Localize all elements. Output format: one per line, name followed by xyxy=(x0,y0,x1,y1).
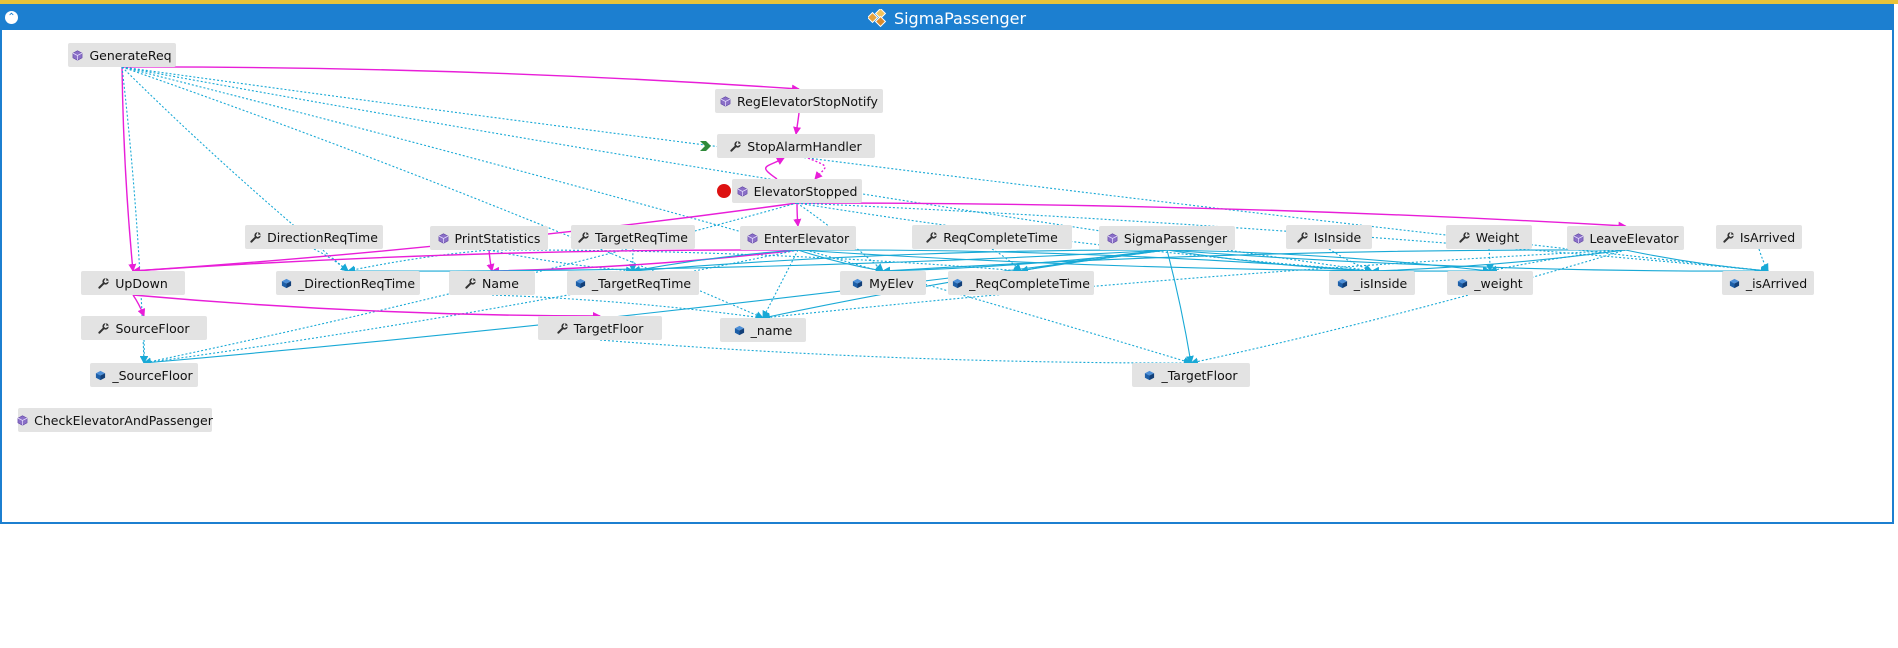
node-field-direction-req-time[interactable]: _DirectionReqTime xyxy=(276,271,420,295)
node-label: LeaveElevator xyxy=(1589,230,1679,246)
node-is-arrived[interactable]: IsArrived xyxy=(1716,225,1802,249)
title-wrap: SigmaPassenger xyxy=(2,6,1892,30)
field-icon xyxy=(575,278,586,289)
node-label: SourceFloor xyxy=(115,320,190,336)
node-field-req-complete-time[interactable]: _ReqCompleteTime xyxy=(948,271,1094,295)
node-label: _DirectionReqTime xyxy=(297,275,416,291)
node-sigma-passenger[interactable]: SigmaPassenger xyxy=(1099,226,1235,250)
node-label: _TargetReqTime xyxy=(591,275,692,291)
method-icon xyxy=(737,185,748,197)
diagram-window: ⌃ SigmaPassenger GenerateReq RegElevatorS… xyxy=(0,4,1894,524)
node-label: DirectionReqTime xyxy=(267,229,378,245)
node-leave-elevator[interactable]: LeaveElevator xyxy=(1567,226,1684,250)
node-label: _ReqCompleteTime xyxy=(969,275,1090,291)
method-icon xyxy=(72,49,83,61)
node-check-elevator-and-passenger[interactable]: CheckElevatorAndPassenger xyxy=(17,408,213,432)
field-icon xyxy=(734,325,745,336)
node-elevator-stopped[interactable]: ElevatorStopped xyxy=(732,179,862,203)
node-print-statistics[interactable]: PrintStatistics xyxy=(430,226,548,250)
field-icon xyxy=(95,370,106,381)
node-label: IsArrived xyxy=(1739,229,1796,245)
node-label: RegElevatorStopNotify xyxy=(737,93,878,109)
node-label: UpDown xyxy=(115,275,168,291)
node-label: EnterElevator xyxy=(763,230,850,246)
property-icon xyxy=(556,322,568,334)
window-title: SigmaPassenger xyxy=(893,8,1027,28)
node-field-is-inside[interactable]: _isInside xyxy=(1329,271,1415,295)
node-label: _name xyxy=(750,322,793,338)
node-label: ReqCompleteTime xyxy=(943,229,1058,245)
property-icon xyxy=(250,231,261,243)
node-label: _TargetFloor xyxy=(1161,367,1238,383)
node-label: Name xyxy=(482,275,519,291)
field-icon xyxy=(1337,278,1348,289)
node-field-target-req-time[interactable]: _TargetReqTime xyxy=(567,271,699,295)
node-field-is-arrived[interactable]: _isArrived xyxy=(1722,271,1814,295)
node-label: _SourceFloor xyxy=(112,367,193,383)
node-label: MyElev xyxy=(869,275,914,291)
node-label: ElevatorStopped xyxy=(753,183,858,199)
node-label: CheckElevatorAndPassenger xyxy=(34,412,213,428)
node-stop-alarm-handler[interactable]: StopAlarmHandler xyxy=(717,134,875,158)
property-icon xyxy=(98,277,110,289)
node-field-name[interactable]: _name xyxy=(720,318,806,342)
node-target-floor[interactable]: TargetFloor xyxy=(538,316,662,340)
node-my-elev[interactable]: MyElev xyxy=(840,271,926,295)
node-label: Weight xyxy=(1475,229,1520,245)
node-label: TargetReqTime xyxy=(594,229,688,245)
property-icon xyxy=(578,231,589,243)
node-is-inside[interactable]: IsInside xyxy=(1286,225,1372,249)
field-icon xyxy=(852,278,863,289)
property-icon xyxy=(465,277,476,289)
node-up-down[interactable]: UpDown xyxy=(81,271,185,295)
node-field-target-floor[interactable]: _TargetFloor xyxy=(1132,363,1250,387)
node-weight[interactable]: Weight xyxy=(1446,225,1532,249)
nodes-layer: GenerateReq RegElevatorStopNotify StopAlar… xyxy=(2,30,1892,524)
field-icon xyxy=(1457,278,1468,289)
property-icon xyxy=(730,140,742,152)
node-field-weight[interactable]: _weight xyxy=(1447,271,1533,295)
node-direction-req-time[interactable]: DirectionReqTime xyxy=(245,225,383,249)
property-icon xyxy=(1297,231,1308,243)
node-source-floor[interactable]: SourceFloor xyxy=(81,316,207,340)
method-icon xyxy=(1107,232,1118,244)
method-icon xyxy=(1573,232,1584,244)
node-label: PrintStatistics xyxy=(454,230,541,246)
field-icon xyxy=(281,278,292,289)
node-reg-elevator-stop-notify[interactable]: RegElevatorStopNotify xyxy=(715,89,883,113)
node-label: StopAlarmHandler xyxy=(747,138,862,154)
node-target-req-time[interactable]: TargetReqTime xyxy=(571,225,695,249)
node-label: GenerateReq xyxy=(89,47,172,63)
title-bar: ⌃ SigmaPassenger xyxy=(2,6,1892,30)
node-enter-elevator[interactable]: EnterElevator xyxy=(740,226,856,250)
field-icon xyxy=(1144,370,1155,381)
node-generate-req[interactable]: GenerateReq xyxy=(68,43,176,67)
property-icon xyxy=(1459,231,1470,243)
node-label: TargetFloor xyxy=(573,320,644,336)
node-name[interactable]: Name xyxy=(449,271,535,295)
node-label: IsInside xyxy=(1313,229,1362,245)
property-icon xyxy=(98,322,110,334)
property-icon xyxy=(1723,231,1734,243)
node-field-source-floor[interactable]: _SourceFloor xyxy=(90,363,198,387)
node-label: SigmaPassenger xyxy=(1123,230,1228,246)
method-icon xyxy=(438,232,449,244)
node-label: _isInside xyxy=(1353,275,1408,291)
method-icon xyxy=(17,414,28,426)
property-icon xyxy=(926,231,938,243)
class-icon xyxy=(867,9,887,27)
method-icon xyxy=(720,95,731,107)
method-icon xyxy=(747,232,758,244)
node-req-complete-time[interactable]: ReqCompleteTime xyxy=(912,225,1072,249)
field-icon xyxy=(1729,278,1740,289)
node-label: _isArrived xyxy=(1745,275,1808,291)
node-label: _weight xyxy=(1474,275,1523,291)
field-icon xyxy=(952,278,963,289)
